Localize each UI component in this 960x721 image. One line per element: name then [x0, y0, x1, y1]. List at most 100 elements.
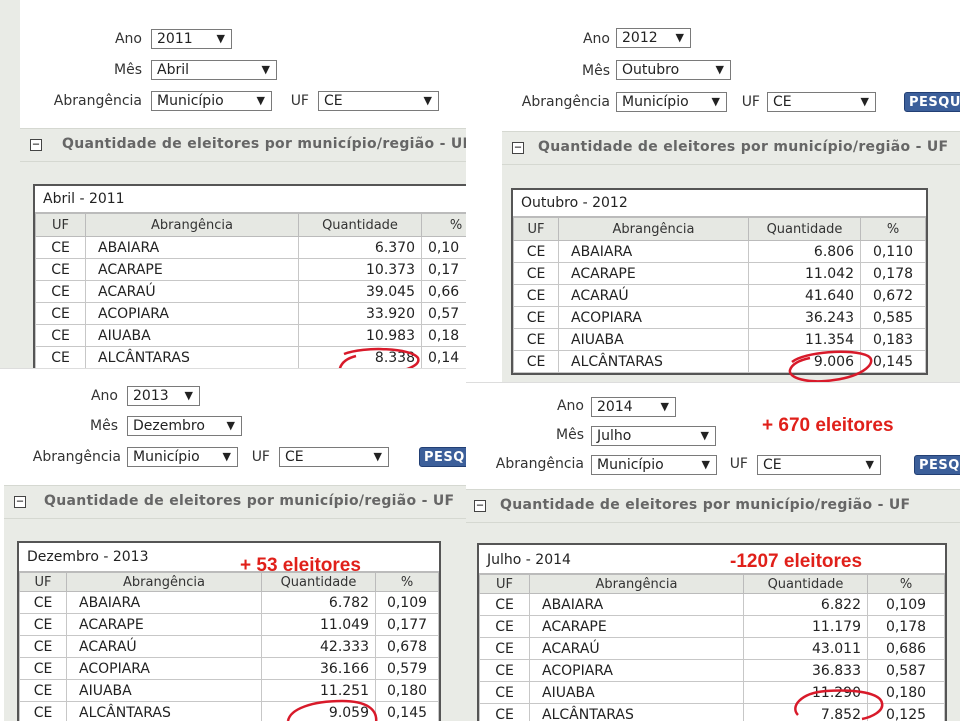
- ano-select[interactable]: 2014▼: [591, 397, 676, 417]
- cell-percent: 0,178: [868, 616, 945, 638]
- cell-uf: CE: [20, 658, 67, 680]
- highlight-circle: [282, 695, 382, 721]
- abrangencia-label: Abrangência: [472, 456, 584, 472]
- cell-quantidade: 11.049: [262, 614, 376, 636]
- collapse-icon[interactable]: −: [474, 500, 486, 512]
- abrangencia-select[interactable]: Município▼: [127, 447, 238, 467]
- cell-municipio: AIUABA: [559, 329, 749, 351]
- mes-select[interactable]: Abril▼: [151, 60, 277, 80]
- uf-label: UF: [283, 93, 309, 109]
- cell-municipio: ACARAÚ: [559, 285, 749, 307]
- col-uf: UF: [20, 573, 67, 592]
- uf-value: CE: [773, 94, 792, 110]
- cell-uf: CE: [480, 594, 530, 616]
- cell-municipio: ALCÂNTARAS: [530, 704, 744, 721]
- cell-quantidade: 10.983: [299, 325, 422, 347]
- chevron-down-icon: ▼: [661, 398, 669, 416]
- ano-select[interactable]: 2012▼: [616, 28, 691, 48]
- cell-municipio: ACARAÚ: [530, 638, 744, 660]
- table-caption: Dezembro - 2013: [19, 543, 439, 572]
- chevron-down-icon: ▼: [701, 427, 709, 445]
- section-title: Quantidade de eleitores por município/re…: [44, 493, 454, 509]
- table-caption: Outubro - 2012: [513, 190, 926, 217]
- cell-municipio: ALCÂNTARAS: [67, 702, 262, 721]
- table-row: CEACOPIARA36.8330,587: [480, 660, 945, 682]
- section-header[interactable]: − Quantidade de eleitores por município/…: [4, 485, 466, 519]
- collapse-icon[interactable]: −: [14, 496, 26, 508]
- table-row: CEACOPIARA36.1660,579: [20, 658, 439, 680]
- abrangencia-select[interactable]: Município▼: [616, 92, 727, 112]
- chevron-down-icon: ▼: [227, 417, 235, 435]
- collapse-icon[interactable]: −: [512, 142, 524, 154]
- results-table: Outubro - 2012 UF Abrangência Quantidade…: [511, 188, 928, 375]
- cell-municipio: ABAIARA: [86, 237, 299, 259]
- col-abrangencia: Abrangência: [559, 218, 749, 241]
- cell-municipio: ACARAPE: [67, 614, 262, 636]
- ano-label: Ano: [56, 388, 118, 404]
- cell-uf: CE: [514, 329, 559, 351]
- col-percent: %: [422, 214, 467, 237]
- mes-select[interactable]: Julho▼: [591, 426, 716, 446]
- uf-select[interactable]: CE▼: [318, 91, 439, 111]
- panel-2012: Ano 2012▼ Mês Outubro▼ Abrangência Munic…: [498, 0, 960, 384]
- chevron-down-icon: ▼: [676, 29, 684, 47]
- cell-percent: 0,177: [376, 614, 439, 636]
- cell-uf: CE: [20, 636, 67, 658]
- uf-value: CE: [285, 449, 304, 465]
- ano-select[interactable]: 2013▼: [127, 386, 200, 406]
- table-header-row: UF Abrangência Quantidade %: [20, 573, 439, 592]
- highlight-circle: [784, 350, 880, 384]
- section-header[interactable]: − Quantidade de eleitores por município/…: [502, 131, 960, 165]
- cell-municipio: ACARAÚ: [86, 281, 299, 303]
- cell-uf: CE: [20, 592, 67, 614]
- annotation-2013: + 53 eleitores: [240, 555, 361, 577]
- cell-percent: 0,57: [422, 303, 467, 325]
- highlight-circle: [786, 685, 896, 721]
- section-header[interactable]: − Quantidade de eleitores por município/…: [20, 128, 466, 162]
- table-row: CEACARAÚ41.6400,672: [514, 285, 926, 307]
- cell-percent: 0,183: [861, 329, 926, 351]
- abrangencia-value: Município: [157, 93, 224, 109]
- abrangencia-select[interactable]: Município▼: [151, 91, 272, 111]
- abrangencia-label: Abrangência: [498, 94, 610, 110]
- pesquisar-button[interactable]: PESQUISAR: [904, 92, 960, 112]
- collapse-icon[interactable]: −: [30, 139, 42, 151]
- cell-percent: 0,10: [422, 237, 467, 259]
- uf-select[interactable]: CE▼: [767, 92, 876, 112]
- cell-uf: CE: [480, 616, 530, 638]
- cell-quantidade: 6.370: [299, 237, 422, 259]
- mes-label: Mês: [56, 418, 118, 434]
- annotation-2012-diff: + 670 eleitores: [762, 415, 894, 437]
- mes-select[interactable]: Dezembro ▼: [127, 416, 242, 436]
- ano-select[interactable]: 2011▼: [151, 29, 232, 49]
- mes-value: Outubro: [622, 62, 679, 78]
- chevron-down-icon: ▼: [716, 61, 724, 79]
- cell-quantidade: 33.920: [299, 303, 422, 325]
- cell-percent: 0,14: [422, 347, 467, 369]
- results-table: Dezembro - 2013 UF Abrangência Quantidad…: [17, 541, 441, 721]
- pesquisar-button[interactable]: PESQUISAR: [914, 455, 960, 475]
- table-row: CEACOPIARA36.2430,585: [514, 307, 926, 329]
- cell-uf: CE: [36, 347, 86, 369]
- cell-percent: 0,686: [868, 638, 945, 660]
- uf-select[interactable]: CE▼: [279, 447, 389, 467]
- cell-uf: CE: [514, 351, 559, 373]
- cell-quantidade: 36.833: [744, 660, 868, 682]
- cell-quantidade: 43.011: [744, 638, 868, 660]
- section-header[interactable]: − Quantidade de eleitores por município/…: [466, 489, 960, 523]
- pesquisar-button[interactable]: PESQUISAR: [419, 447, 466, 467]
- cell-uf: CE: [514, 307, 559, 329]
- uf-select[interactable]: CE▼: [757, 455, 881, 475]
- table-row: CEACARAPE11.0420,178: [514, 263, 926, 285]
- cell-uf: CE: [480, 682, 530, 704]
- mes-select[interactable]: Outubro ▼: [616, 60, 731, 80]
- abrangencia-select[interactable]: Município▼: [591, 455, 717, 475]
- mes-value: Dezembro: [133, 418, 205, 434]
- cell-municipio: AIUABA: [530, 682, 744, 704]
- abrangencia-label: Abrangência: [0, 449, 121, 465]
- col-abrangencia: Abrangência: [86, 214, 299, 237]
- cell-percent: 0,180: [376, 680, 439, 702]
- results-table: Abril - 2011 UF Abrangência Quantidade %…: [33, 184, 466, 371]
- cell-municipio: AIUABA: [86, 325, 299, 347]
- col-quantidade: Quantidade: [744, 575, 868, 594]
